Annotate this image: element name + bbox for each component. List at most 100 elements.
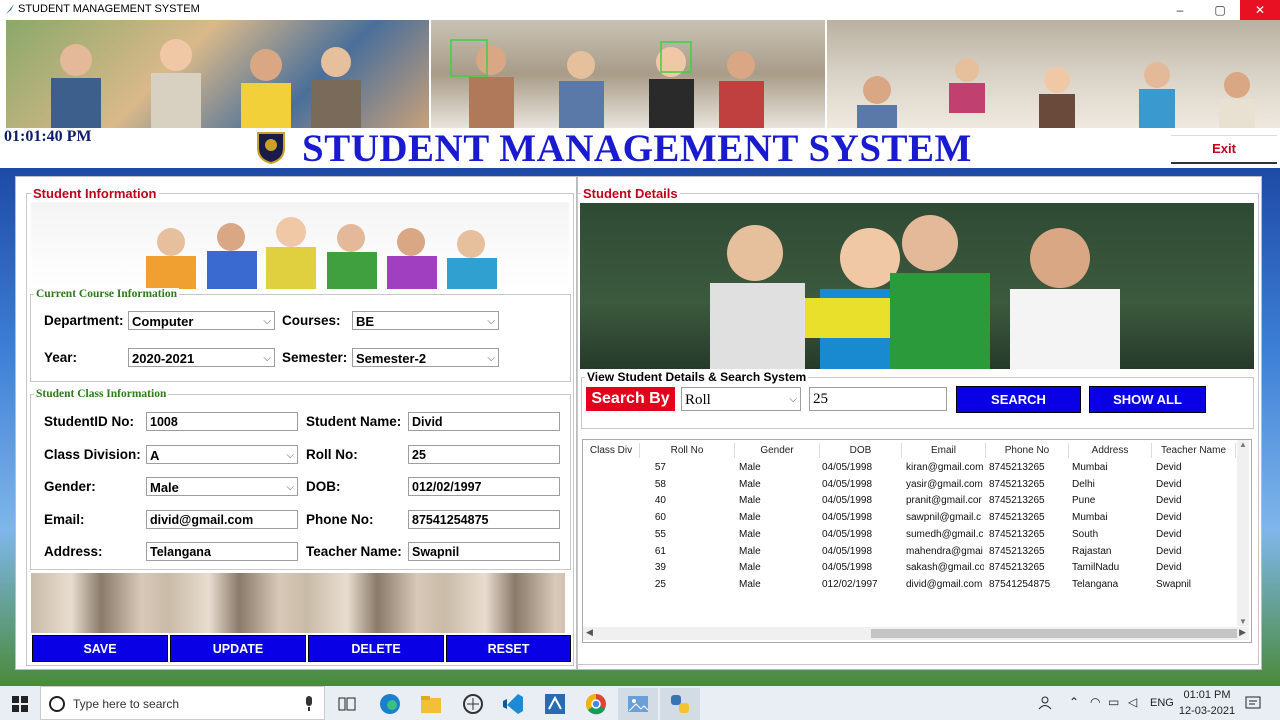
scroll-right-icon[interactable]: ▶ xyxy=(1239,627,1246,638)
cell-teacher-name: Devid xyxy=(1156,495,1182,507)
year-combobox[interactable]: 2020-2021 ⌵ xyxy=(128,348,275,367)
cell-class-div xyxy=(583,527,640,543)
volume-icon[interactable]: ◁ xyxy=(1128,695,1137,709)
cell-teacher-name: Swapnil xyxy=(1156,578,1192,590)
cell-phone-no: 8745213265 xyxy=(989,462,1045,473)
notification-center-icon[interactable] xyxy=(1245,695,1261,711)
cell-email: sumedh@gmail.c xyxy=(906,528,984,540)
azure-data-studio-icon[interactable] xyxy=(544,693,566,715)
taskbar-date[interactable]: 12-03-2021 xyxy=(1177,705,1237,717)
chevron-down-icon: ⌵ xyxy=(487,353,495,364)
language-indicator[interactable]: ENG xyxy=(1150,697,1174,709)
windows-start-icon[interactable] xyxy=(12,696,28,712)
cell-dob: 04/05/1998 xyxy=(822,495,873,507)
app-circle-icon[interactable] xyxy=(462,693,484,715)
column-header-phone-no[interactable]: Phone No xyxy=(986,443,1069,458)
minimize-button[interactable]: – xyxy=(1160,0,1200,20)
department-label: Department: xyxy=(44,313,124,328)
search-by-combobox[interactable]: Roll ⌵ xyxy=(681,387,801,411)
delete-button[interactable]: DELETE xyxy=(308,635,444,662)
cell-gender: Male xyxy=(739,512,761,524)
class-division-combobox[interactable]: A ⌵ xyxy=(146,445,298,464)
column-header-teacher-name[interactable]: Teacher Name xyxy=(1152,443,1236,458)
column-header-dob[interactable]: DOB xyxy=(820,443,902,458)
show-all-button[interactable]: SHOW ALL xyxy=(1089,386,1206,413)
banner-image-students-left xyxy=(6,20,429,128)
cell-email: sakash@gmail.co xyxy=(906,562,984,574)
cell-address: TamilNadu xyxy=(1072,562,1120,574)
file-explorer-icon[interactable] xyxy=(420,694,442,714)
vertical-scrollbar[interactable]: ▲ ▼ xyxy=(1237,440,1249,626)
address-input[interactable]: Telangana xyxy=(146,542,298,561)
chevron-up-icon[interactable]: ⌃ xyxy=(1069,695,1079,709)
department-combobox[interactable]: Computer ⌵ xyxy=(128,311,275,330)
reset-button[interactable]: RESET xyxy=(446,635,571,662)
student-name-input[interactable]: Divid xyxy=(408,412,560,431)
scroll-up-icon[interactable]: ▲ xyxy=(1237,440,1249,449)
task-view-icon[interactable] xyxy=(338,696,356,712)
scroll-down-icon[interactable]: ▼ xyxy=(1237,617,1249,626)
window-title: STUDENT MANAGEMENT SYSTEM xyxy=(18,3,200,15)
chevron-down-icon: ⌵ xyxy=(263,316,271,327)
dob-input[interactable]: 012/02/1997 xyxy=(408,477,560,496)
taskbar-time[interactable]: 01:01 PM xyxy=(1182,689,1232,701)
cell-address: South xyxy=(1072,528,1099,540)
app-main-title: STUDENT MANAGEMENT SYSTEM xyxy=(302,127,972,170)
column-header-gender[interactable]: Gender xyxy=(735,443,820,458)
studentid-label: StudentID No: xyxy=(44,414,134,429)
cell-address: Telangana xyxy=(1072,578,1119,590)
cell-gender: Male xyxy=(739,545,761,557)
student-class-legend: Student Class Information xyxy=(34,388,169,400)
save-button[interactable]: SAVE xyxy=(32,635,168,662)
maximize-button[interactable]: ▢ xyxy=(1200,0,1240,20)
search-button[interactable]: SEARCH xyxy=(956,386,1081,413)
column-header-email[interactable]: Email xyxy=(902,443,986,458)
chrome-icon[interactable] xyxy=(585,693,607,715)
edge-browser-icon[interactable] xyxy=(379,693,401,715)
cell-dob: 04/05/1998 xyxy=(822,512,873,524)
microphone-icon[interactable] xyxy=(304,696,314,712)
cell-roll-no: 58 xyxy=(654,478,666,490)
year-value: 2020-2021 xyxy=(132,351,195,366)
teacher-name-input[interactable]: Swapnil xyxy=(408,542,560,561)
horizontal-scrollbar[interactable]: ◀ ▶ xyxy=(583,627,1249,640)
cell-phone-no: 8745213265 xyxy=(989,562,1045,574)
student-details-legend: Student Details xyxy=(581,186,680,201)
exit-button[interactable]: Exit xyxy=(1171,135,1277,164)
search-text-input[interactable]: 25 xyxy=(809,387,947,411)
update-button[interactable]: UPDATE xyxy=(170,635,306,662)
courses-combobox[interactable]: BE ⌵ xyxy=(352,311,499,330)
column-header-address[interactable]: Address xyxy=(1069,443,1152,458)
python-icon[interactable] xyxy=(669,693,691,715)
email-input[interactable]: divid@gmail.com xyxy=(146,510,298,529)
semester-combobox[interactable]: Semester-2 ⌵ xyxy=(352,348,499,367)
column-header-class-div[interactable]: Class Div xyxy=(583,443,640,458)
vscode-icon[interactable] xyxy=(502,693,524,715)
image-viewer-icon[interactable] xyxy=(627,693,649,715)
cell-teacher-name: Devid xyxy=(1156,562,1182,574)
people-icon[interactable] xyxy=(1038,696,1052,710)
cell-gender: Male xyxy=(739,528,761,540)
cell-address: Rajastan xyxy=(1072,545,1112,557)
cell-dob: 04/05/1998 xyxy=(822,478,873,490)
classroom-illustration xyxy=(450,39,764,128)
cell-address: Delhi xyxy=(1072,478,1095,490)
gender-combobox[interactable]: Male ⌵ xyxy=(146,477,298,496)
gender-label: Gender: xyxy=(44,479,96,494)
phone-no-label: Phone No: xyxy=(306,512,374,527)
scroll-left-icon[interactable]: ◀ xyxy=(586,627,593,638)
cell-roll-no: 25 xyxy=(654,578,666,590)
cell-class-div xyxy=(583,544,640,560)
column-header-roll-no[interactable]: Roll No xyxy=(640,443,735,458)
cell-gender: Male xyxy=(739,562,761,574)
roll-no-input[interactable]: 25 xyxy=(408,445,560,464)
wifi-icon[interactable]: ◠ xyxy=(1090,695,1100,709)
horizontal-scroll-thumb[interactable] xyxy=(871,629,1237,638)
battery-icon[interactable]: ▭ xyxy=(1108,695,1119,709)
current-course-group xyxy=(30,294,571,382)
cell-teacher-name: Devid xyxy=(1156,528,1182,540)
close-button[interactable]: ✕ xyxy=(1240,0,1280,20)
studentid-input[interactable]: 1008 xyxy=(146,412,298,431)
chevron-down-icon: ⌵ xyxy=(487,316,495,327)
phone-no-input[interactable]: 87541254875 xyxy=(408,510,560,529)
